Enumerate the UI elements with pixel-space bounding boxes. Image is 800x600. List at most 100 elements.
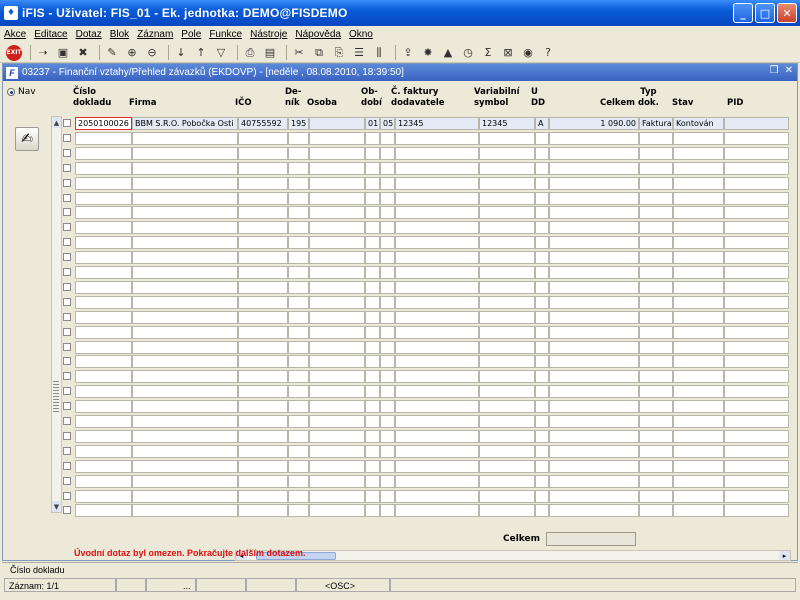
cell-obdobi-1[interactable]	[365, 355, 380, 369]
cell-variabilni-symbol[interactable]	[479, 146, 535, 160]
cell-obdobi-2[interactable]	[380, 459, 395, 473]
cell-variabilni-symbol[interactable]	[479, 131, 535, 145]
cell-obdobi-1[interactable]	[365, 146, 380, 160]
cell-firma[interactable]	[132, 385, 238, 399]
cell-variabilni-symbol[interactable]	[479, 340, 535, 354]
triangle-icon[interactable]: ▲	[440, 45, 456, 61]
cell-obdobi-2[interactable]	[380, 295, 395, 309]
cell-stav[interactable]	[673, 415, 724, 428]
cell-firma[interactable]	[132, 206, 238, 220]
cell-stav[interactable]	[673, 370, 724, 384]
cell-osoba[interactable]	[309, 295, 365, 309]
cell-obdobi-1[interactable]	[365, 400, 380, 414]
cell-c-faktury[interactable]	[395, 474, 479, 488]
export-icon[interactable]: ⇪	[400, 45, 416, 61]
arrow-right-icon[interactable]: ➝	[35, 45, 51, 61]
row-select-checkbox[interactable]	[63, 193, 71, 202]
table-row[interactable]	[63, 221, 789, 235]
cell-udd[interactable]	[535, 459, 549, 473]
cell-stav[interactable]	[673, 206, 724, 220]
cell-c-faktury[interactable]	[395, 400, 479, 414]
cell-denik[interactable]	[288, 444, 309, 458]
clock-icon[interactable]: ◷	[460, 45, 476, 61]
table-row[interactable]	[63, 474, 789, 488]
cell-typ-dok[interactable]	[639, 236, 673, 250]
cell-osoba[interactable]	[309, 459, 365, 473]
cell-pid[interactable]	[724, 161, 789, 175]
cell-obdobi-2[interactable]	[380, 444, 395, 458]
table-row[interactable]	[63, 266, 789, 279]
cell-osoba[interactable]	[309, 117, 365, 130]
cell-udd[interactable]	[535, 340, 549, 354]
cell-obdobi-1[interactable]	[365, 415, 380, 428]
cell-c-faktury[interactable]	[395, 415, 479, 428]
cell-ico[interactable]	[238, 400, 288, 414]
row-select-checkbox[interactable]	[63, 402, 71, 411]
menu-dotaz[interactable]: Dotaz	[76, 29, 102, 40]
navigate-button[interactable]: ✍	[15, 127, 39, 151]
cell-pid[interactable]	[724, 131, 789, 145]
cell-denik[interactable]	[288, 474, 309, 488]
cell-obdobi-1[interactable]	[365, 459, 380, 473]
cell-obdobi-2[interactable]	[380, 400, 395, 414]
cell-osoba[interactable]	[309, 131, 365, 145]
cell-c-faktury[interactable]	[395, 444, 479, 458]
cell-udd[interactable]	[535, 176, 549, 190]
row-select-checkbox[interactable]	[63, 476, 71, 485]
cell-celkem[interactable]	[549, 459, 639, 473]
cell-firma[interactable]: BBM S.R.O. Pobočka Osti	[132, 117, 238, 130]
cell-cislo-dokladu[interactable]	[75, 400, 132, 414]
cell-cislo-dokladu[interactable]	[75, 221, 132, 235]
cell-denik[interactable]	[288, 191, 309, 205]
table-row[interactable]	[63, 295, 789, 309]
cell-firma[interactable]	[132, 266, 238, 279]
cell-obdobi-1[interactable]	[365, 161, 380, 175]
row-select-checkbox[interactable]	[63, 387, 71, 396]
cell-pid[interactable]	[724, 355, 789, 369]
cell-stav[interactable]	[673, 400, 724, 414]
cell-obdobi-2[interactable]	[380, 385, 395, 399]
cell-variabilni-symbol[interactable]	[479, 385, 535, 399]
cell-obdobi-2[interactable]	[380, 266, 395, 279]
cell-pid[interactable]	[724, 504, 789, 518]
cell-udd[interactable]	[535, 266, 549, 279]
cell-variabilni-symbol[interactable]	[479, 474, 535, 488]
cell-udd[interactable]: A	[535, 117, 549, 130]
cell-cislo-dokladu[interactable]	[75, 444, 132, 458]
row-select-checkbox[interactable]	[63, 208, 71, 217]
cell-firma[interactable]	[132, 459, 238, 473]
row-select-checkbox[interactable]	[63, 372, 71, 381]
cell-osoba[interactable]	[309, 355, 365, 369]
cell-typ-dok[interactable]	[639, 266, 673, 279]
cell-denik[interactable]: 195	[288, 117, 309, 130]
cell-denik[interactable]	[288, 221, 309, 235]
print-icon[interactable]: ⎙	[242, 45, 258, 61]
col-header-ico[interactable]: IČO	[235, 98, 252, 109]
list-icon[interactable]: ☰	[351, 45, 367, 61]
cell-pid[interactable]	[724, 444, 789, 458]
cell-celkem[interactable]	[549, 191, 639, 205]
cell-obdobi-2[interactable]	[380, 146, 395, 160]
cell-celkem[interactable]	[549, 131, 639, 145]
print-preview-icon[interactable]: ▤	[262, 45, 278, 61]
cell-ico[interactable]	[238, 340, 288, 354]
cell-firma[interactable]	[132, 161, 238, 175]
insert-icon[interactable]: ⊕	[124, 45, 140, 61]
cell-stav[interactable]: Kontován	[673, 117, 724, 130]
copy-icon[interactable]: ⧉	[311, 45, 327, 61]
cell-variabilni-symbol[interactable]	[479, 370, 535, 384]
row-select-checkbox[interactable]	[63, 342, 71, 351]
table-row[interactable]	[63, 444, 789, 458]
row-select-checkbox[interactable]	[63, 238, 71, 247]
cell-ico[interactable]	[238, 206, 288, 220]
excel-icon[interactable]: ⊠	[500, 45, 516, 61]
cell-pid[interactable]	[724, 295, 789, 309]
columns-icon[interactable]: ⫼	[371, 45, 387, 61]
cell-celkem[interactable]	[549, 415, 639, 428]
cell-osoba[interactable]	[309, 251, 365, 265]
table-row[interactable]	[63, 131, 789, 145]
cell-obdobi-1[interactable]	[365, 474, 380, 488]
cell-denik[interactable]	[288, 310, 309, 324]
cell-cislo-dokladu[interactable]	[75, 459, 132, 473]
cell-pid[interactable]	[724, 474, 789, 488]
